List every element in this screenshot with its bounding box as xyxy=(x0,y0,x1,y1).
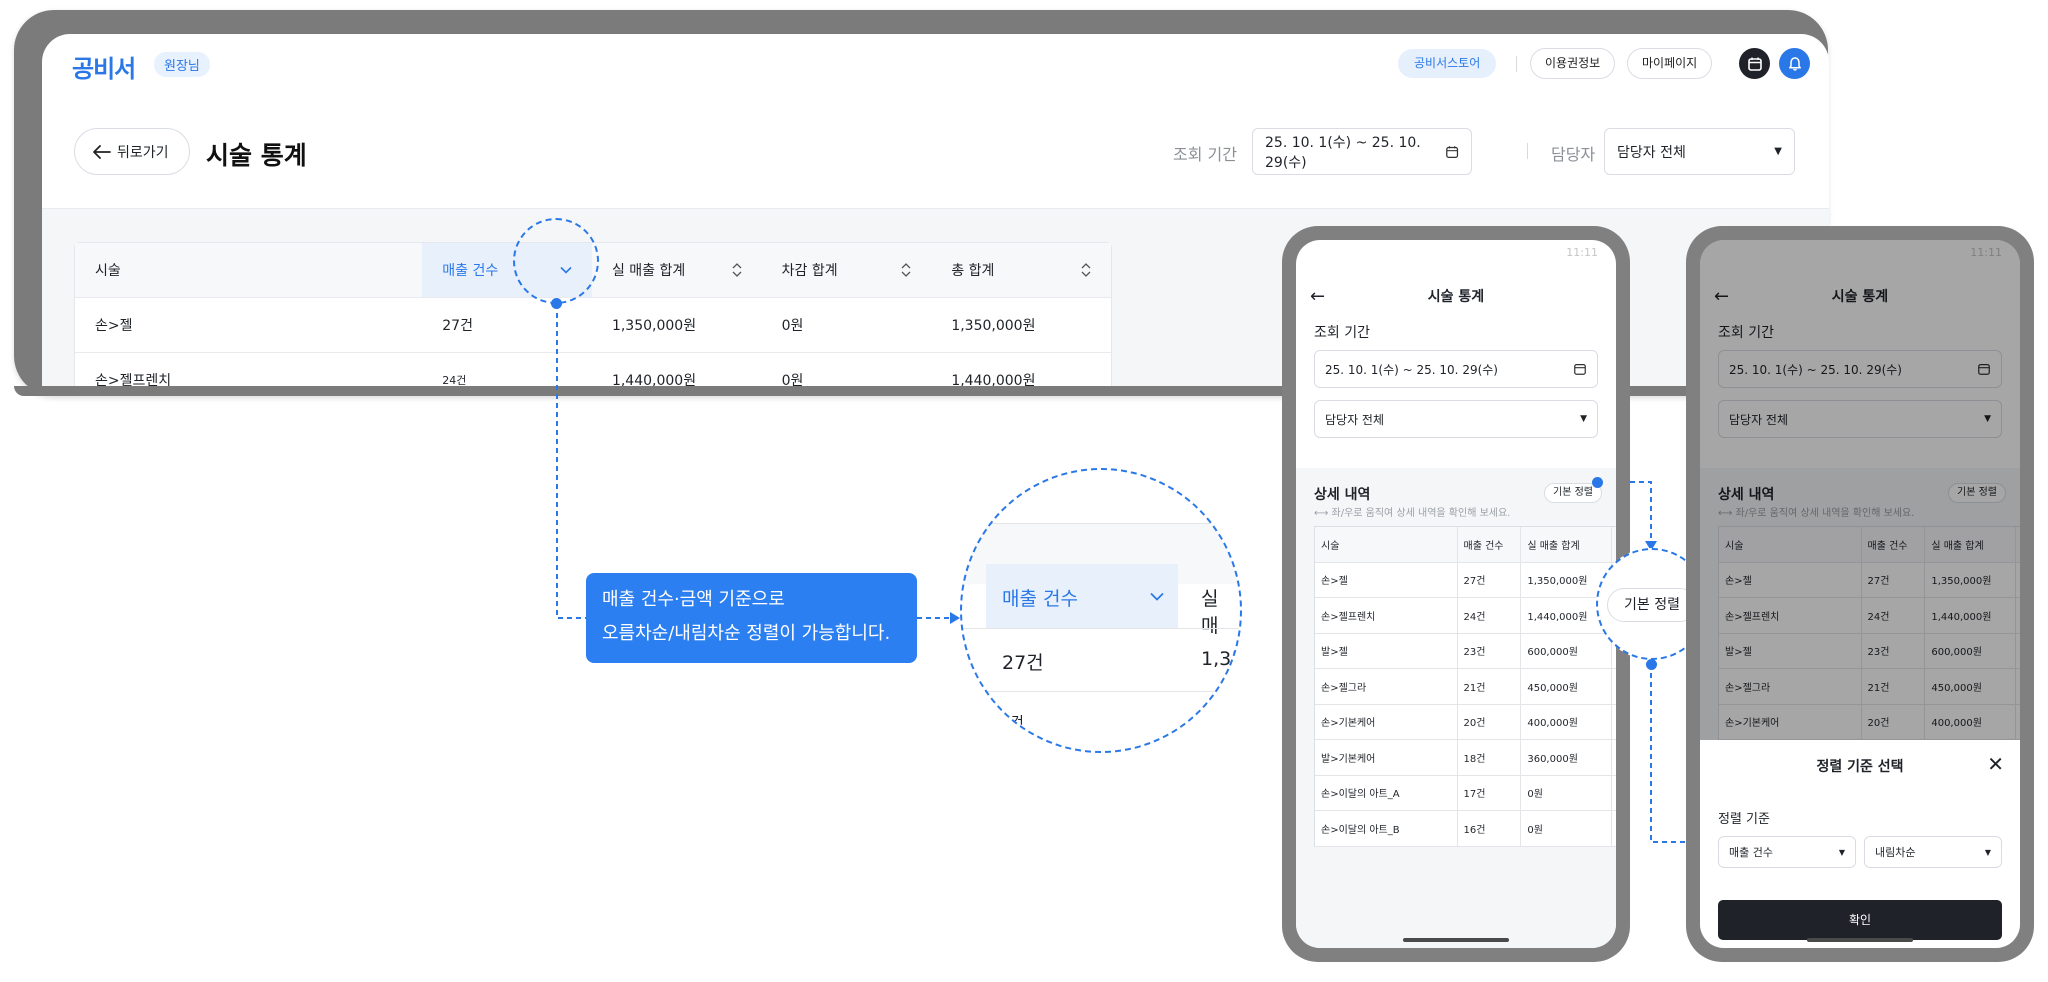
table-cell: 시술 xyxy=(1315,527,1458,562)
mobile-device-2: 11:11 ← 시술 통계 조회 기간 25. 10. 1(수) ~ 25. 1… xyxy=(1686,226,2034,962)
mobile-device-1: 11:11 ← 시술 통계 조회 기간 25. 10. 1(수) ~ 25. 1… xyxy=(1282,226,1630,962)
table-cell: 27건 xyxy=(1458,562,1522,597)
table-cell: 차 xyxy=(1612,527,1616,562)
home-indicator xyxy=(1403,938,1509,942)
table-cell: 24건 xyxy=(1458,598,1522,633)
tooltip-callout: 매출 건수·금액 기준으로 오름차순/내림차순 정렬이 가능합니다. xyxy=(586,573,917,663)
table-cell: 6 xyxy=(1612,669,1616,704)
caret-down-icon: ▼ xyxy=(1984,847,1991,857)
table-row: 손>이달의 아트_B16건0원1 xyxy=(1315,811,1616,847)
caret-down-icon: ▼ xyxy=(1580,414,1587,424)
period-label: 조회 기간 xyxy=(1314,325,1370,341)
scroll-hint: ⟷ 좌/우로 움직여 상세 내역을 확인해 보세요. xyxy=(1314,508,1511,519)
staff-value: 담당자 전체 xyxy=(1325,412,1385,427)
table-cell: 400,000원 xyxy=(1521,704,1613,739)
status-bar: 11:11 xyxy=(1566,246,1598,259)
sort-bottom-sheet: 정렬 기준 선택 ✕ 정렬 기준 매출 건수 ▼ 내림차순 ▼ 확인 xyxy=(1700,740,2020,948)
sort-bubble: 기본 정렬 xyxy=(1607,588,1697,622)
mobile-table: 시술 매출 건수 실 매출 합계 차 손>젤27건1,350,000원0손>젤프… xyxy=(1314,526,1616,847)
table-cell: 1 xyxy=(1612,811,1616,846)
sort-order-select[interactable]: 내림차순 ▼ xyxy=(1864,836,2002,868)
period-field[interactable]: 25. 10. 1(수) ~ 25. 10. 29(수) xyxy=(1314,350,1598,388)
detail-title: 상세 내역 xyxy=(1314,487,1371,503)
table-cell: 16건 xyxy=(1458,811,1522,846)
table-cell: 23건 xyxy=(1458,633,1522,668)
table-cell: 0원 xyxy=(1521,775,1613,810)
table-row: 손>젤그라21건450,000원6 xyxy=(1315,669,1616,705)
table-cell: 손>젤 xyxy=(1315,562,1458,597)
tooltip-line2: 오름차순/내림차순 정렬이 가능합니다. xyxy=(602,623,891,644)
table-cell: 손>기본케어 xyxy=(1315,704,1458,739)
calendar-icon xyxy=(1574,364,1586,375)
table-cell: 0 xyxy=(1612,705,1616,740)
table-cell: 1 xyxy=(1612,776,1616,811)
table-cell: 0 xyxy=(1612,740,1616,775)
table-cell: 20건 xyxy=(1458,704,1522,739)
table-cell: 600,000원 xyxy=(1521,633,1613,668)
table-cell: 발>젤 xyxy=(1315,633,1458,668)
close-icon[interactable]: ✕ xyxy=(1987,752,2004,776)
table-header-row: 시술 매출 건수 실 매출 합계 차 xyxy=(1315,527,1616,563)
table-cell: 발>기본케어 xyxy=(1315,740,1458,775)
table-cell: 18건 xyxy=(1458,740,1522,775)
table-row: 손>젤프렌치24건1,440,000원0 xyxy=(1315,598,1616,634)
connector-dot xyxy=(1592,477,1603,488)
sheet-label: 정렬 기준 xyxy=(1718,812,1770,827)
table-row: 발>젤23건600,000원0 xyxy=(1315,633,1616,669)
connector-dot xyxy=(1646,659,1657,670)
mobile-screen-2: 11:11 ← 시술 통계 조회 기간 25. 10. 1(수) ~ 25. 1… xyxy=(1700,240,2020,948)
sheet-title: 정렬 기준 선택 xyxy=(1816,759,1904,775)
mobile-screen-1: 11:11 ← 시술 통계 조회 기간 25. 10. 1(수) ~ 25. 1… xyxy=(1296,240,1616,948)
table-cell: 21건 xyxy=(1458,669,1522,704)
table-cell: 손>젤프렌치 xyxy=(1315,598,1458,633)
table-cell: 손>젤그라 xyxy=(1315,669,1458,704)
table-row: 손>기본케어20건400,000원0 xyxy=(1315,704,1616,740)
period-value: 25. 10. 1(수) ~ 25. 10. 29(수) xyxy=(1325,362,1498,377)
mobile-title: 시술 통계 xyxy=(1427,289,1485,305)
zoom-circle-border xyxy=(960,468,1242,753)
table-cell: 매출 건수 xyxy=(1458,527,1522,562)
home-indicator xyxy=(1807,938,1913,942)
table-cell: 손>이달의 아트_B xyxy=(1315,811,1458,846)
table-row: 손>이달의 아트_A17건0원1 xyxy=(1315,775,1616,811)
table-cell: 360,000원 xyxy=(1521,740,1613,775)
sort-field-value: 매출 건수 xyxy=(1729,846,1773,859)
confirm-button[interactable]: 확인 xyxy=(1718,900,2002,940)
table-cell: 손>이달의 아트_A xyxy=(1315,775,1458,810)
staff-select[interactable]: 담당자 전체 ▼ xyxy=(1314,400,1598,438)
table-cell: 450,000원 xyxy=(1521,669,1613,704)
table-row: 손>젤27건1,350,000원0 xyxy=(1315,562,1616,598)
tooltip-line1: 매출 건수·금액 기준으로 xyxy=(602,589,785,610)
table-cell: 17건 xyxy=(1458,775,1522,810)
sort-field-select[interactable]: 매출 건수 ▼ xyxy=(1718,836,1856,868)
table-row: 발>기본케어18건360,000원0 xyxy=(1315,740,1616,776)
caret-down-icon: ▼ xyxy=(1838,847,1845,857)
sort-order-value: 내림차순 xyxy=(1875,846,1916,859)
table-cell: 0원 xyxy=(1521,811,1613,846)
table-cell: 실 매출 합계 xyxy=(1521,527,1613,562)
